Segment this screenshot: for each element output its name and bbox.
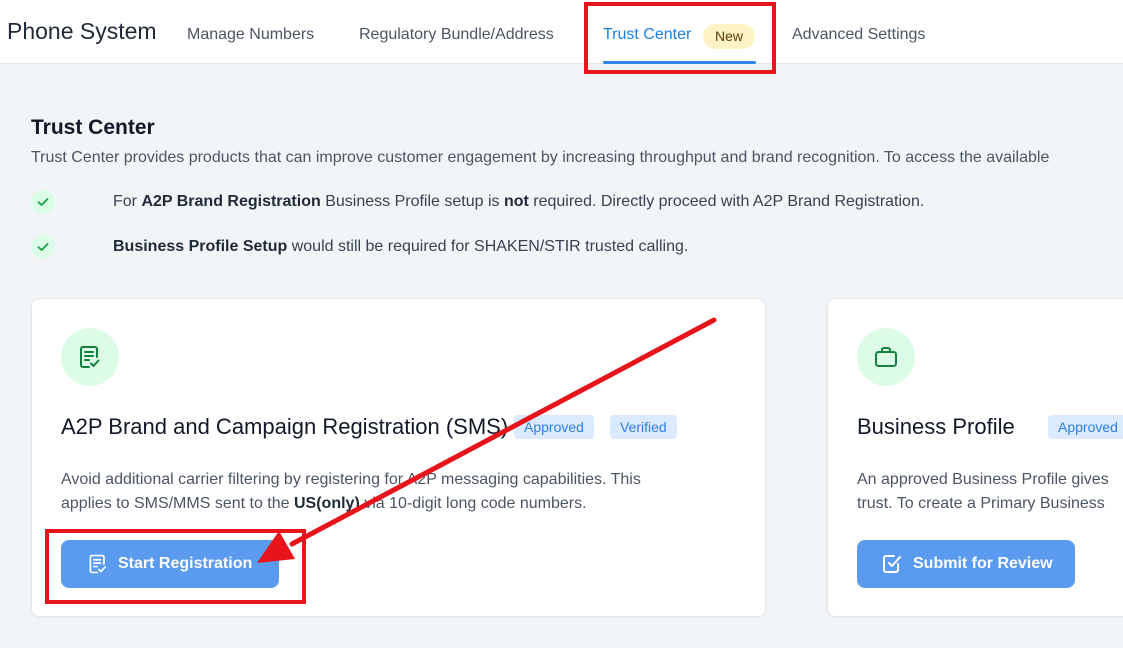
highlight-box-trust-center: [584, 2, 776, 74]
tab-advanced-settings[interactable]: Advanced Settings: [792, 26, 925, 44]
app-title: Phone System: [7, 18, 157, 44]
business-profile-card: Business Profile Approved An approved Bu…: [827, 298, 1123, 617]
card-title: A2P Brand and Campaign Registration (SMS…: [61, 414, 509, 439]
check-icon: [31, 190, 55, 214]
page-description: Trust Center provides products that can …: [31, 149, 1050, 166]
submit-for-review-button[interactable]: Submit for Review: [857, 540, 1075, 588]
note-a2p: For A2P Brand Registration Business Prof…: [113, 193, 925, 210]
document-check-icon: [61, 328, 119, 386]
card-description: An approved Business Profile gives trust…: [857, 471, 1109, 512]
tab-regulatory-bundle[interactable]: Regulatory Bundle/Address: [359, 26, 554, 44]
briefcase-icon: [857, 328, 915, 386]
status-badge-verified: Verified: [610, 415, 677, 439]
status-badge-approved: Approved: [1048, 415, 1123, 439]
status-badge-approved: Approved: [514, 415, 594, 439]
card-title: Business Profile: [857, 414, 1015, 439]
note-business-profile: Business Profile Setup would still be re…: [113, 238, 689, 255]
checkbox-icon: [883, 555, 901, 573]
submit-for-review-label: Submit for Review: [913, 555, 1053, 572]
highlight-box-start-registration: [45, 529, 306, 604]
card-description: Avoid additional carrier filtering by re…: [61, 471, 641, 512]
tab-manage-numbers[interactable]: Manage Numbers: [187, 26, 314, 44]
check-icon: [31, 235, 55, 259]
top-nav-bar: Phone System Manage Numbers Regulatory B…: [0, 0, 1123, 64]
page-title: Trust Center: [31, 116, 155, 139]
